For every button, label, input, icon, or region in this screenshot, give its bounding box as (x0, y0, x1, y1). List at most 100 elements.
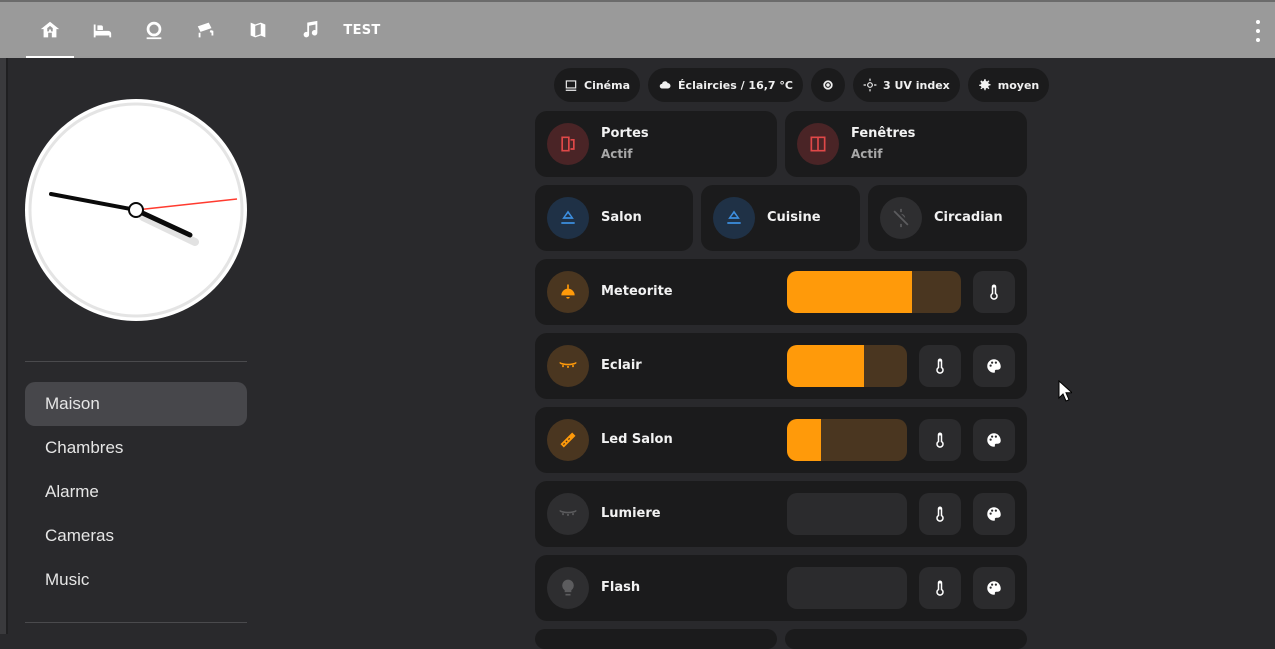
eclair-temperature-button[interactable] (919, 345, 961, 387)
left-edge-line (6, 58, 8, 634)
meteorite-icon-wrap (547, 271, 589, 313)
led-salon-icon-wrap (547, 419, 589, 461)
media-chip[interactable] (810, 68, 845, 102)
led-salon-brightness-fill (787, 419, 821, 461)
meteorite-card[interactable]: Meteorite (535, 259, 1027, 325)
scene-chip-label: Cinéma (584, 78, 631, 92)
tab-music[interactable] (284, 2, 336, 58)
sidebar-item-alarme[interactable]: Alarme (25, 470, 247, 514)
top-app-bar: TEST (0, 0, 1275, 58)
next-card-right[interactable] (785, 629, 1027, 649)
meteorite-brightness-slider[interactable] (787, 271, 961, 313)
tab-map[interactable] (232, 2, 284, 58)
map-icon (250, 22, 266, 38)
gear-icon (978, 79, 991, 91)
lumiere-icon-wrap (547, 493, 589, 535)
cctv-icon (197, 22, 214, 38)
led-salon-title: Led Salon (601, 432, 673, 447)
meteorite-brightness-fill (787, 271, 913, 313)
led-strip-icon (560, 432, 576, 448)
sun-icon (863, 78, 877, 92)
music-note-icon (303, 20, 318, 38)
alarm-bell-icon (146, 21, 162, 40)
tab-alarm[interactable] (128, 2, 180, 58)
lumiere-temperature-button[interactable] (919, 493, 961, 535)
eclair-icon-wrap (547, 345, 589, 387)
sidebar-item-cameras[interactable]: Cameras (25, 514, 247, 558)
flash-icon-wrap (547, 567, 589, 609)
next-card-left[interactable] (535, 629, 777, 649)
uv-chip-label: 3 UV index (882, 78, 950, 92)
led-salon-brightness-slider[interactable] (787, 419, 907, 461)
overflow-menu-icon[interactable] (1251, 20, 1265, 42)
doors-card[interactable]: Portes Actif (535, 111, 777, 177)
sidebar-item-chambres[interactable]: Chambres (25, 426, 247, 470)
weather-chip[interactable]: Éclaircies / 16,7 °C (648, 68, 803, 102)
windows-card[interactable]: Fenêtres Actif (785, 111, 1027, 177)
tab-bedrooms[interactable] (76, 2, 128, 58)
flash-temperature-button[interactable] (919, 567, 961, 609)
thermometer-icon (936, 432, 944, 448)
level-chip[interactable]: moyen (967, 68, 1050, 102)
speaker-icon (823, 80, 833, 90)
flash-brightness-slider[interactable] (787, 567, 907, 609)
partly-cloudy-icon (659, 81, 671, 89)
eclair-brightness-slider[interactable] (787, 345, 907, 387)
scene-chip[interactable]: Cinéma (554, 68, 641, 102)
lightbulb-icon (562, 579, 574, 596)
circadian-title: Circadian (934, 210, 1003, 225)
doors-icon-wrap (547, 123, 589, 165)
led-salon-card[interactable]: Led Salon (535, 407, 1027, 473)
circadian-icon-wrap (880, 197, 922, 239)
tab-home[interactable] (24, 2, 76, 58)
window-icon (810, 136, 826, 152)
windows-state: Actif (851, 147, 883, 161)
windows-title: Fenêtres (851, 126, 916, 141)
string-lights-icon (559, 361, 577, 368)
cuisine-card[interactable]: Cuisine (701, 185, 860, 251)
lumiere-brightness-slider[interactable] (787, 493, 907, 535)
mouse-pointer-icon (1058, 380, 1072, 402)
lamp-group-icon (727, 210, 741, 224)
eclair-brightness-fill (787, 345, 864, 387)
door-open-icon (561, 136, 575, 152)
doors-title: Portes (601, 126, 649, 141)
lumiere-color-button[interactable] (973, 493, 1015, 535)
sun-off-icon (893, 208, 909, 228)
lamp-group-icon (561, 210, 575, 224)
cuisine-icon-wrap (713, 197, 755, 239)
meteorite-title: Meteorite (601, 284, 673, 299)
thermometer-icon (990, 284, 998, 300)
flash-card[interactable]: Flash (535, 555, 1027, 621)
eclair-color-button[interactable] (973, 345, 1015, 387)
lumiere-card[interactable]: Lumiere (535, 481, 1027, 547)
salon-card[interactable]: Salon (535, 185, 693, 251)
led-salon-temperature-button[interactable] (919, 419, 961, 461)
palette-icon (987, 359, 1001, 373)
tab-test[interactable]: TEST (336, 2, 388, 58)
eclair-title: Eclair (601, 358, 642, 373)
eclair-card[interactable]: Eclair (535, 333, 1027, 399)
salon-title: Salon (601, 210, 642, 225)
doors-state: Actif (601, 147, 633, 161)
lumiere-title: Lumiere (601, 506, 661, 521)
led-salon-color-button[interactable] (973, 419, 1015, 461)
uv-chip[interactable]: 3 UV index (852, 68, 960, 102)
sidebar-divider-top (25, 361, 247, 362)
sidebar-divider-bottom (25, 622, 247, 623)
level-chip-label: moyen (997, 78, 1040, 92)
tab-cameras[interactable] (180, 2, 232, 58)
palette-icon (987, 507, 1001, 521)
windows-icon-wrap (797, 123, 839, 165)
view-tabs: TEST (24, 2, 388, 58)
sidebar-item-maison[interactable]: Maison (25, 382, 247, 426)
status-chips: Cinéma Éclaircies / 16,7 °C 3 UV index m… (554, 68, 1050, 102)
meteorite-temperature-button[interactable] (973, 271, 1015, 313)
circadian-card[interactable]: Circadian (868, 185, 1027, 251)
salon-icon-wrap (547, 197, 589, 239)
theater-icon (565, 80, 577, 91)
flash-color-button[interactable] (973, 567, 1015, 609)
flash-title: Flash (601, 580, 641, 595)
home-icon (40, 21, 60, 38)
sidebar-item-music[interactable]: Music (25, 558, 247, 602)
